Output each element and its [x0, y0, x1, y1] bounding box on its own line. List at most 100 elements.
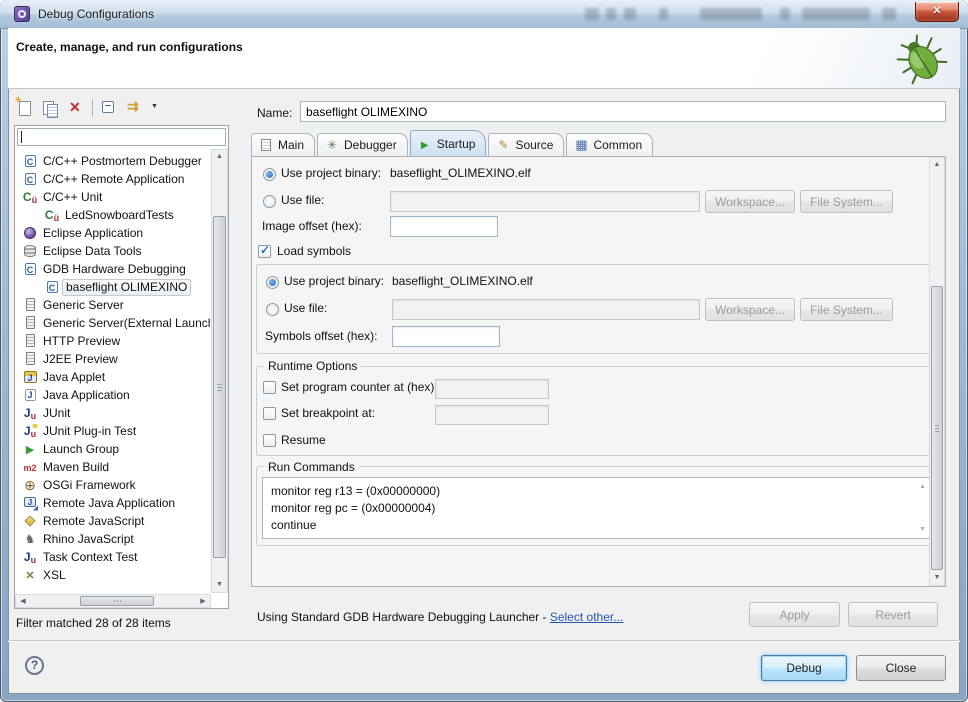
tree-item[interactable]: Rhino JavaScript: [16, 530, 210, 548]
image-file-input[interactable]: [390, 191, 700, 212]
tree-item[interactable]: XSL: [16, 566, 210, 584]
tree-item[interactable]: HTTP Preview: [16, 332, 210, 350]
background-window-blur: [802, 8, 870, 20]
tree-item[interactable]: J2EE Preview: [16, 350, 210, 368]
tree-item[interactable]: Generic Server: [16, 296, 210, 314]
tree-item[interactable]: C/C++ Unit: [16, 188, 210, 206]
tree-item[interactable]: Task Context Test: [16, 548, 210, 566]
tree-item[interactable]: Eclipse Data Tools: [16, 242, 210, 260]
revert-button[interactable]: Revert: [848, 602, 938, 627]
run-commands-input[interactable]: monitor reg r13 = (0x00000000) monitor r…: [262, 477, 932, 539]
symbols-file-system-button[interactable]: File System...: [800, 298, 893, 321]
launch-group-icon: [22, 442, 38, 457]
document-icon: [258, 138, 274, 152]
debugger-bug-icon: [324, 138, 340, 152]
tab-label: Startup: [437, 137, 476, 151]
eclipse-application-icon: [22, 226, 38, 241]
launcher-text: Using Standard GDB Hardware Debugging La…: [257, 610, 550, 624]
scroll-down-icon[interactable]: ▼: [919, 526, 926, 533]
filter-dropdown-icon[interactable]: [151, 98, 161, 118]
load-symbols-checkbox[interactable]: [258, 245, 271, 258]
tree-item[interactable]: JUnit Plug-in Test: [16, 422, 210, 440]
name-input[interactable]: [300, 101, 946, 122]
c-file-icon: [22, 154, 38, 169]
tree-item[interactable]: baseflight OLIMEXINO: [16, 278, 210, 296]
symbols-use-file-radio[interactable]: [266, 303, 279, 316]
symbols-offset-input[interactable]: [392, 326, 500, 347]
tree-item[interactable]: JUnit: [16, 404, 210, 422]
set-breakpoint-checkbox[interactable]: [263, 407, 276, 420]
tree-item[interactable]: Remote Java Application: [16, 494, 210, 512]
tree-item[interactable]: Launch Group: [16, 440, 210, 458]
tree-item[interactable]: Java Application: [16, 386, 210, 404]
tree-item[interactable]: Eclipse Application: [16, 224, 210, 242]
scroll-left-icon[interactable]: ◀: [16, 595, 30, 607]
scroll-right-icon[interactable]: ▶: [196, 595, 210, 607]
file-system-button[interactable]: File System...: [800, 190, 893, 213]
close-button[interactable]: Close: [856, 655, 946, 681]
symbols-use-project-binary-radio[interactable]: [266, 276, 279, 289]
toolbar-separator: [92, 99, 93, 117]
scroll-down-icon[interactable]: ▼: [930, 571, 944, 585]
config-tree: C/C++ Postmortem Debugger C/C++ Remote A…: [16, 152, 210, 590]
c-unit-icon: [44, 208, 60, 223]
tree-vertical-scrollbar[interactable]: ▲ ▼: [211, 149, 228, 593]
tree-item[interactable]: Java Applet: [16, 368, 210, 386]
program-counter-input[interactable]: [435, 379, 549, 399]
scroll-up-icon[interactable]: ▲: [212, 150, 227, 164]
tree-item[interactable]: LedSnowboardTests: [16, 206, 210, 224]
tree-item[interactable]: Generic Server(External Launch): [16, 314, 210, 332]
use-file-radio[interactable]: [263, 195, 276, 208]
server-icon: [22, 316, 38, 331]
scroll-up-icon[interactable]: ▲: [919, 483, 926, 490]
tree-item[interactable]: OSGi Framework: [16, 476, 210, 494]
tree-item[interactable]: C/C++ Remote Application: [16, 170, 210, 188]
resume-checkbox[interactable]: [263, 434, 276, 447]
new-configuration-icon[interactable]: [14, 98, 34, 118]
tab[interactable]: Debugger: [317, 133, 408, 156]
tree-item[interactable]: GDB Hardware Debugging: [16, 260, 210, 278]
filter-input[interactable]: [17, 128, 226, 146]
scrollbar-thumb[interactable]: [213, 216, 226, 558]
workspace-button[interactable]: Workspace...: [705, 190, 795, 213]
help-button[interactable]: ?: [25, 656, 44, 675]
tree-item-label: Eclipse Data Tools: [43, 244, 142, 259]
duplicate-icon[interactable]: [40, 98, 60, 118]
tree-item[interactable]: C/C++ Postmortem Debugger: [16, 152, 210, 170]
delete-icon[interactable]: [66, 98, 86, 118]
tree-item-label: baseflight OLIMEXINO: [62, 279, 191, 296]
tab[interactable]: Main: [251, 133, 315, 156]
load-symbols-label: Load symbols: [277, 244, 351, 258]
apply-button[interactable]: Apply: [749, 602, 840, 627]
window-close-button[interactable]: ✕: [915, 2, 959, 22]
title-bar[interactable]: Debug Configurations ✕: [0, 0, 968, 29]
collapse-all-icon[interactable]: [99, 98, 119, 118]
select-other-link[interactable]: Select other...: [550, 610, 623, 624]
scroll-up-icon[interactable]: ▲: [930, 158, 944, 172]
use-project-binary-radio[interactable]: [263, 168, 276, 181]
background-window-blur: [659, 8, 668, 20]
rhino-icon: [22, 532, 38, 547]
image-offset-input[interactable]: [390, 216, 498, 237]
tab[interactable]: Startup: [410, 130, 487, 156]
breakpoint-input[interactable]: [435, 405, 549, 425]
tree-horizontal-scrollbar[interactable]: ◀ ▶: [15, 594, 211, 608]
tab-bar: Main Debugger Startup Source Common: [251, 131, 655, 156]
symbols-workspace-button[interactable]: Workspace...: [705, 298, 795, 321]
scroll-down-icon[interactable]: ▼: [212, 578, 227, 592]
scrollbar-thumb[interactable]: [80, 596, 154, 606]
tab[interactable]: Common: [566, 133, 653, 156]
scrollbar-thumb[interactable]: [931, 286, 943, 570]
runtime-options-title: Runtime Options: [264, 359, 361, 373]
text-caret: [21, 131, 22, 143]
filter-icon[interactable]: [125, 98, 145, 118]
tree-item[interactable]: Remote JavaScript: [16, 512, 210, 530]
tree-item[interactable]: Maven Build: [16, 458, 210, 476]
content-vertical-scrollbar[interactable]: ▲ ▼: [929, 157, 945, 586]
debug-button[interactable]: Debug: [761, 655, 847, 681]
osgi-framework-icon: [22, 478, 38, 493]
tab[interactable]: Source: [488, 133, 564, 156]
set-program-counter-checkbox[interactable]: [263, 381, 276, 394]
symbols-file-input[interactable]: [392, 299, 700, 320]
tree-item-label: XSL: [43, 568, 66, 583]
